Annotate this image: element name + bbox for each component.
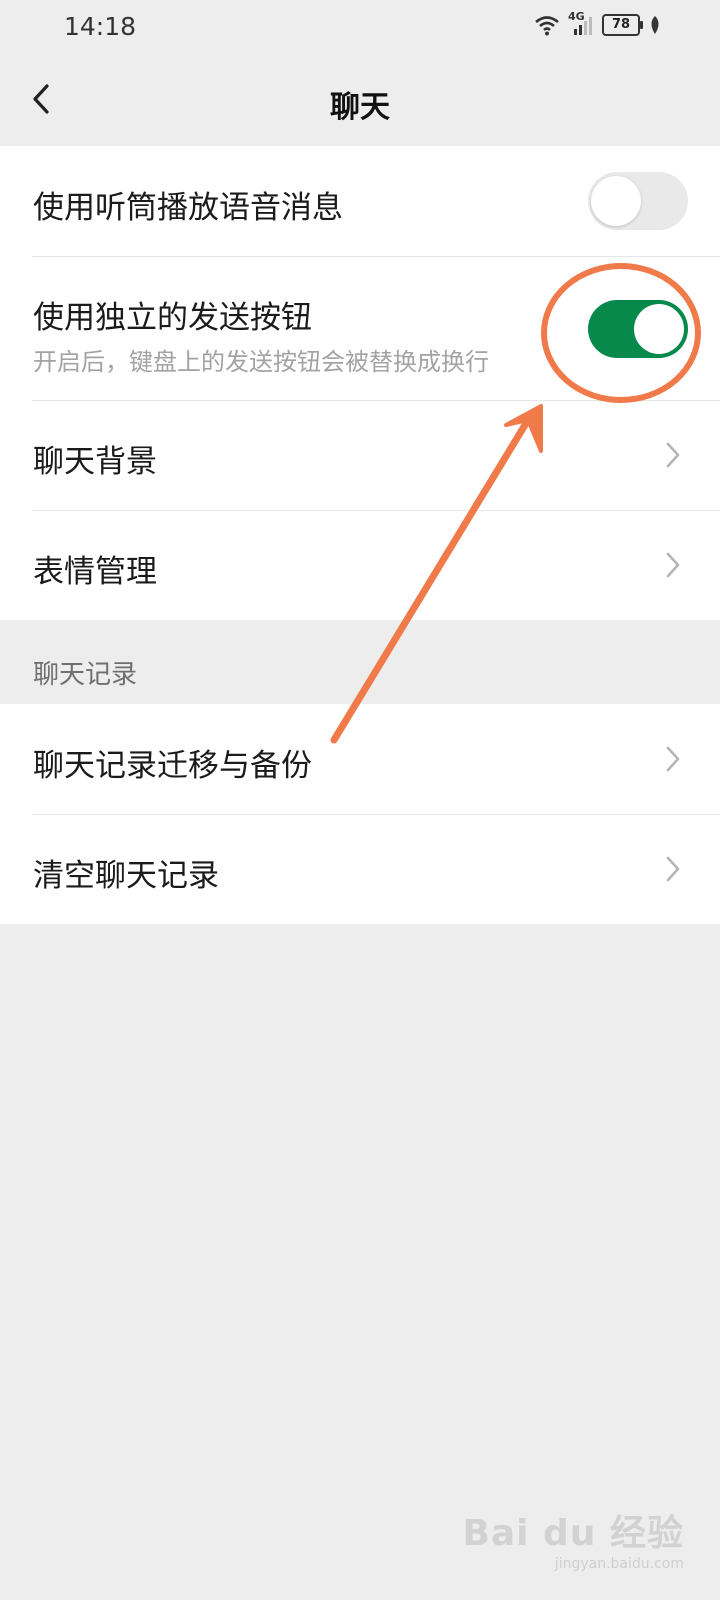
setting-row-chat-background[interactable]: 聊天背景 — [0, 400, 720, 510]
history-row-migrate-backup[interactable]: 聊天记录迁移与备份 — [0, 704, 720, 814]
navigation-bar: 聊天 — [0, 56, 720, 146]
chevron-right-icon — [666, 552, 680, 578]
setting-description-send-button: 开启后，键盘上的发送按钮会被替换成换行 — [33, 348, 489, 376]
chevron-right-icon — [666, 746, 680, 772]
history-label-clear: 清空聊天记录 — [33, 858, 219, 894]
chevron-right-icon — [666, 856, 680, 882]
watermark: Bai du 经验 jingyan.baidu.com — [462, 1504, 684, 1572]
toggle-knob — [591, 176, 641, 226]
status-time: 14:18 — [64, 12, 137, 41]
send-button-toggle[interactable] — [588, 300, 688, 358]
network-type: 4G — [568, 10, 594, 36]
battery-icon: 78 — [602, 14, 643, 36]
setting-row-send-button[interactable]: 使用独立的发送按钮 开启后，键盘上的发送按钮会被替换成换行 — [0, 256, 720, 400]
leaf-icon — [651, 16, 659, 34]
setting-row-sticker-management[interactable]: 表情管理 — [0, 510, 720, 620]
watermark-logo: Bai du 经验 — [462, 1513, 684, 1554]
setting-label-earpiece: 使用听筒播放语音消息 — [33, 190, 343, 226]
battery-level: 78 — [611, 17, 631, 32]
earpiece-toggle[interactable] — [588, 172, 688, 230]
toggle-knob — [634, 304, 684, 354]
chevron-right-icon — [666, 442, 680, 468]
watermark-url: jingyan.baidu.com — [554, 1556, 684, 1572]
wifi-icon — [535, 16, 559, 36]
chat-settings-section: 使用听筒播放语音消息 使用独立的发送按钮 开启后，键盘上的发送按钮会被替换成换行… — [0, 146, 720, 620]
chat-history-section: 聊天记录迁移与备份 清空聊天记录 — [0, 704, 720, 924]
status-icons: 4G 78 — [534, 10, 662, 36]
setting-row-earpiece[interactable]: 使用听筒播放语音消息 — [0, 146, 720, 256]
status-bar: 14:18 4G 78 — [0, 0, 720, 56]
section-header-chat-history: 聊天记录 — [33, 660, 138, 690]
signal-icon — [574, 17, 592, 35]
setting-label-sticker-management: 表情管理 — [33, 554, 157, 590]
history-label-migrate-backup: 聊天记录迁移与备份 — [33, 748, 312, 784]
setting-label-send-button: 使用独立的发送按钮 — [33, 300, 312, 336]
setting-label-chat-background: 聊天背景 — [33, 444, 157, 480]
history-row-clear[interactable]: 清空聊天记录 — [0, 814, 720, 924]
page-title: 聊天 — [330, 90, 390, 125]
